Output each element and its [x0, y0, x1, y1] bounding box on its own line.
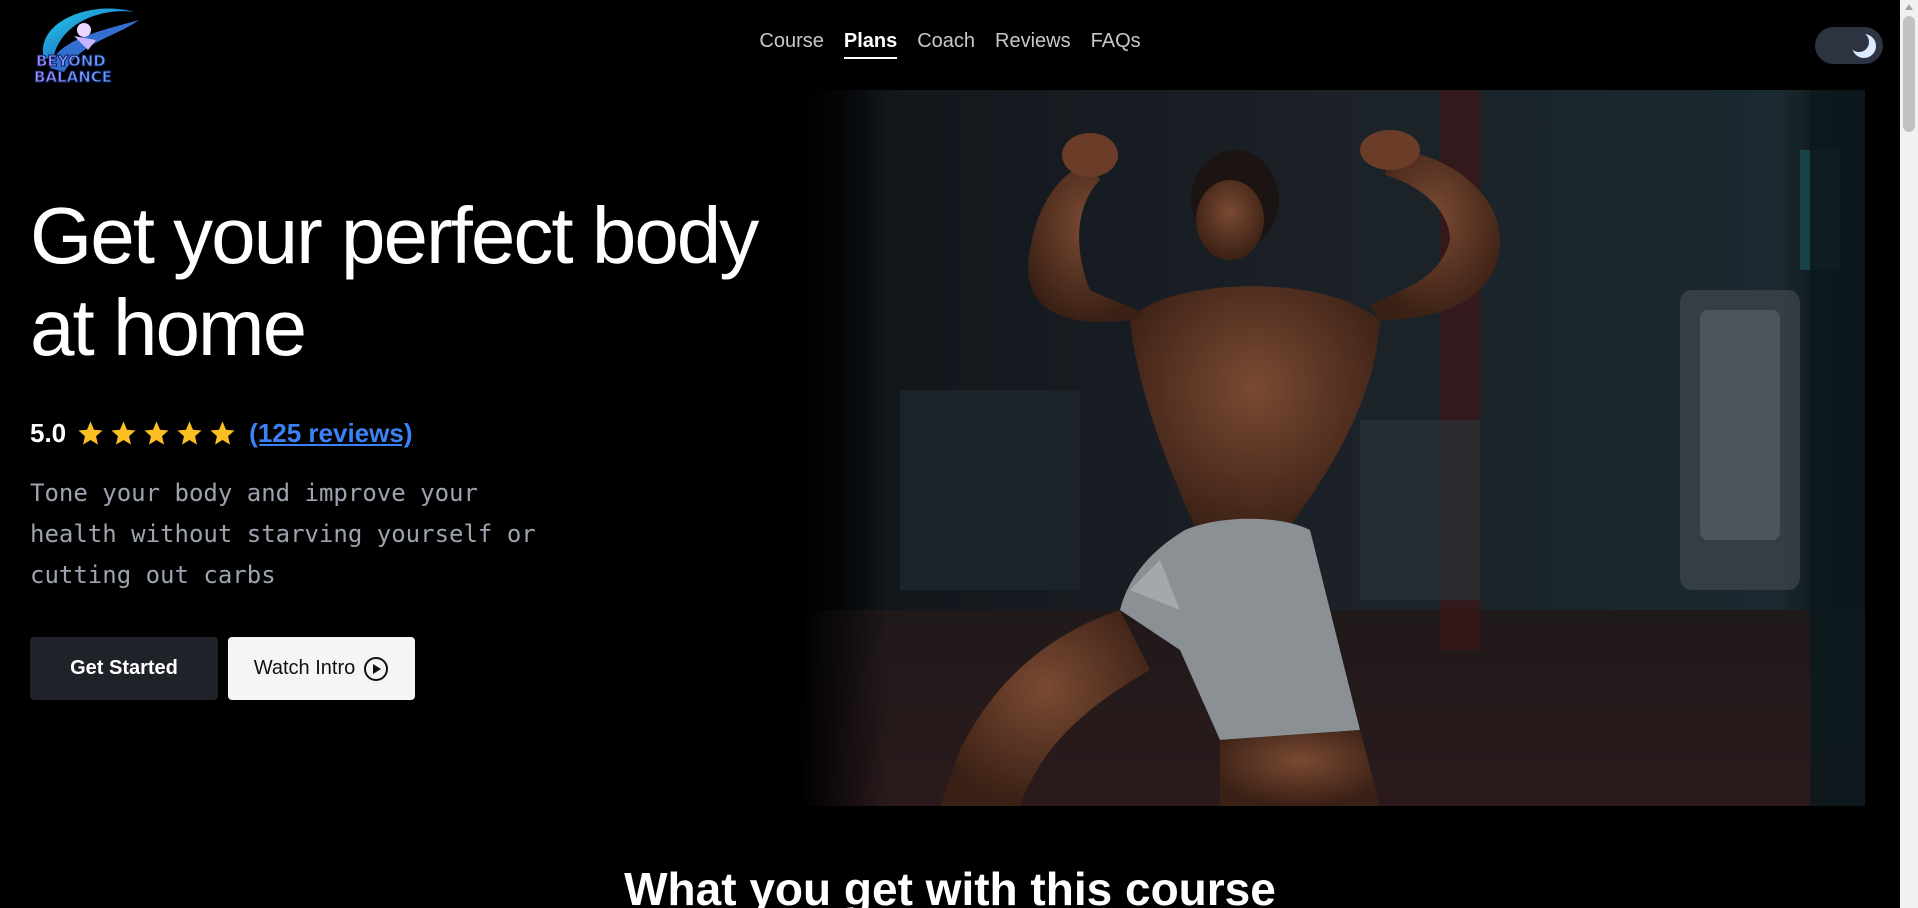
nav-item-coach[interactable]: Coach: [917, 30, 975, 59]
hero-tagline: Tone your body and improve your health w…: [30, 479, 536, 589]
hero-photo: [800, 90, 1865, 806]
nav-item-plans[interactable]: Plans: [843, 30, 898, 59]
nav-item-reviews[interactable]: Reviews: [995, 30, 1071, 59]
star-icon: [144, 421, 169, 445]
star-icon: [111, 421, 136, 445]
play-circle-icon: [364, 656, 389, 681]
star-icon: [78, 421, 103, 445]
rating-value: 5.0: [30, 418, 67, 448]
rating-row: 5.0 (125 reviews): [30, 418, 412, 449]
scrollbar-thumb[interactable]: [1903, 16, 1915, 132]
logo-text-line2: BALANCE: [34, 68, 112, 86]
theme-toggle[interactable]: [1815, 27, 1883, 64]
scroll-up-arrow-icon[interactable]: [1905, 4, 1913, 10]
star-icon: [210, 421, 235, 445]
watch-intro-button[interactable]: Watch Intro: [228, 637, 415, 700]
rating-stars: [76, 419, 237, 448]
section-title: What you get with this course: [624, 863, 1276, 908]
reviews-link[interactable]: (125 reviews): [249, 418, 412, 449]
hero-image: [800, 90, 1865, 806]
main-nav: Course Plans Coach Reviews FAQs: [0, 30, 1900, 59]
nav-item-course[interactable]: Course: [759, 30, 823, 59]
star-icon: [177, 421, 202, 445]
watch-intro-label: Watch Intro: [253, 657, 356, 679]
moon-icon: [1851, 33, 1876, 58]
hero-title: Get your perfect body at home: [30, 190, 790, 374]
nav-item-faqs[interactable]: FAQs: [1091, 30, 1141, 59]
hero-title-line2: at home: [30, 283, 307, 372]
page-scrollbar[interactable]: [1900, 0, 1918, 908]
get-started-button[interactable]: Get Started: [30, 637, 218, 700]
hero-title-line1: Get your perfect body: [30, 191, 759, 280]
